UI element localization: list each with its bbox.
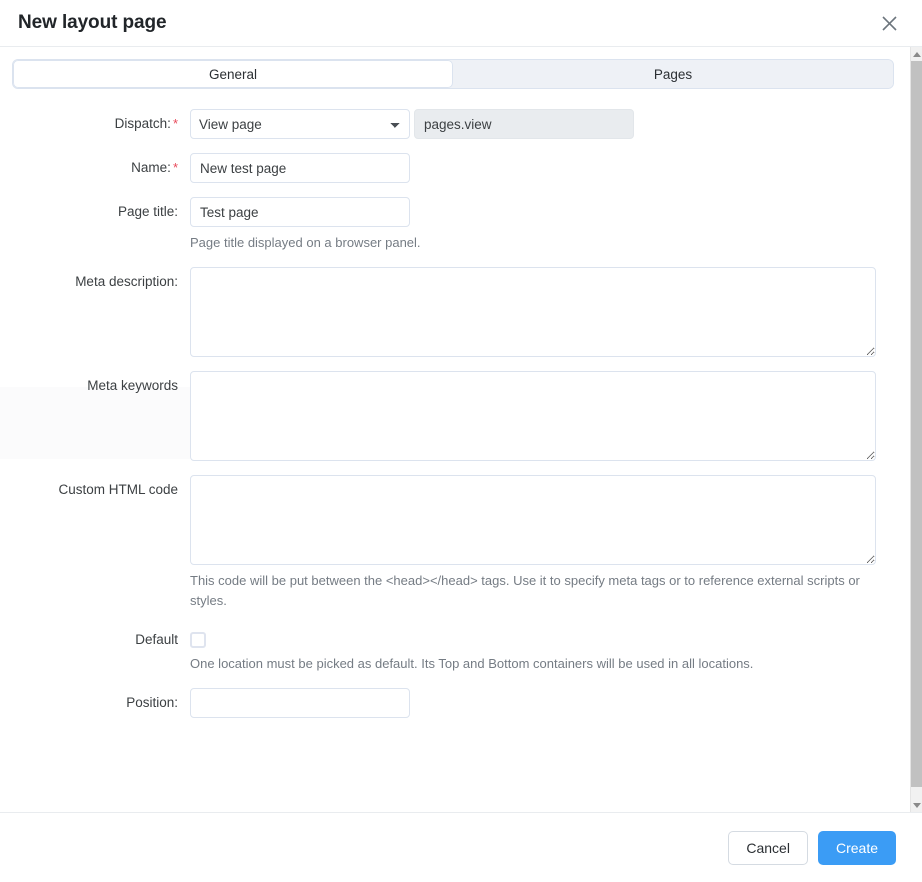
field-row-meta-description: Meta description: [12, 267, 894, 357]
cancel-button[interactable]: Cancel [728, 830, 808, 865]
field-row-page-title: Page title: Page title displayed on a br… [12, 197, 894, 253]
field-row-dispatch: Dispatch: * View page pages.view [12, 109, 894, 139]
tab-general[interactable]: General [13, 60, 453, 88]
close-icon [881, 15, 898, 32]
form-scroll-area: General Pages Dispatch: * View page pages… [0, 47, 910, 732]
close-button[interactable] [874, 8, 904, 38]
name-input[interactable] [190, 153, 410, 183]
new-layout-page-dialog: New layout page General Pages Dispatch: * [0, 0, 922, 882]
scroll-up-button[interactable] [911, 47, 922, 61]
dispatch-label: Dispatch: * [12, 109, 190, 133]
page-title-help: Page title displayed on a browser panel. [190, 235, 421, 250]
tab-pages[interactable]: Pages [453, 60, 893, 88]
field-row-name: Name: * [12, 153, 894, 183]
page-title-input[interactable] [190, 197, 410, 227]
meta-keywords-textarea[interactable] [190, 371, 876, 461]
meta-keywords-label: Meta keywords [87, 378, 178, 393]
dispatch-readonly-value: pages.view [414, 109, 634, 139]
scrollbar-thumb[interactable] [911, 61, 922, 787]
field-row-position: Position: [12, 688, 894, 718]
name-label: Name: * [12, 153, 190, 177]
dispatch-select[interactable]: View page [190, 109, 410, 139]
vertical-scrollbar[interactable] [910, 47, 922, 812]
chevron-down-icon [913, 802, 921, 808]
field-row-default: Default One location must be picked as d… [12, 625, 894, 674]
tab-bar: General Pages [12, 59, 894, 89]
name-required-marker: * [172, 160, 178, 175]
dialog-body: General Pages Dispatch: * View page pages… [0, 47, 922, 812]
dispatch-label-text: Dispatch: [114, 116, 171, 131]
position-label: Position: [126, 695, 178, 710]
create-button[interactable]: Create [817, 830, 896, 865]
meta-description-textarea[interactable] [190, 267, 876, 357]
dispatch-controls: View page pages.view [190, 109, 894, 139]
field-row-meta-keywords: Meta keywords [12, 371, 894, 461]
chevron-up-icon [913, 51, 921, 57]
custom-html-textarea[interactable] [190, 475, 876, 565]
default-checkbox[interactable] [190, 632, 206, 648]
dialog-title: New layout page [18, 12, 167, 33]
dispatch-required-marker: * [172, 116, 178, 131]
default-label: Default [135, 632, 178, 647]
name-label-text: Name: [131, 160, 171, 175]
dialog-footer: Cancel Create [0, 812, 922, 882]
custom-html-help: This code will be put between the <head>… [190, 573, 860, 608]
position-input[interactable] [190, 688, 410, 718]
dialog-header: New layout page [0, 0, 922, 47]
default-help: One location must be picked as default. … [190, 656, 754, 671]
page-title-label: Page title: [117, 204, 178, 219]
scroll-down-button[interactable] [911, 798, 922, 812]
custom-html-label: Custom HTML code [58, 482, 178, 497]
meta-description-label: Meta description: [75, 274, 178, 289]
field-row-custom-html: Custom HTML code This code will be put b… [12, 475, 894, 611]
